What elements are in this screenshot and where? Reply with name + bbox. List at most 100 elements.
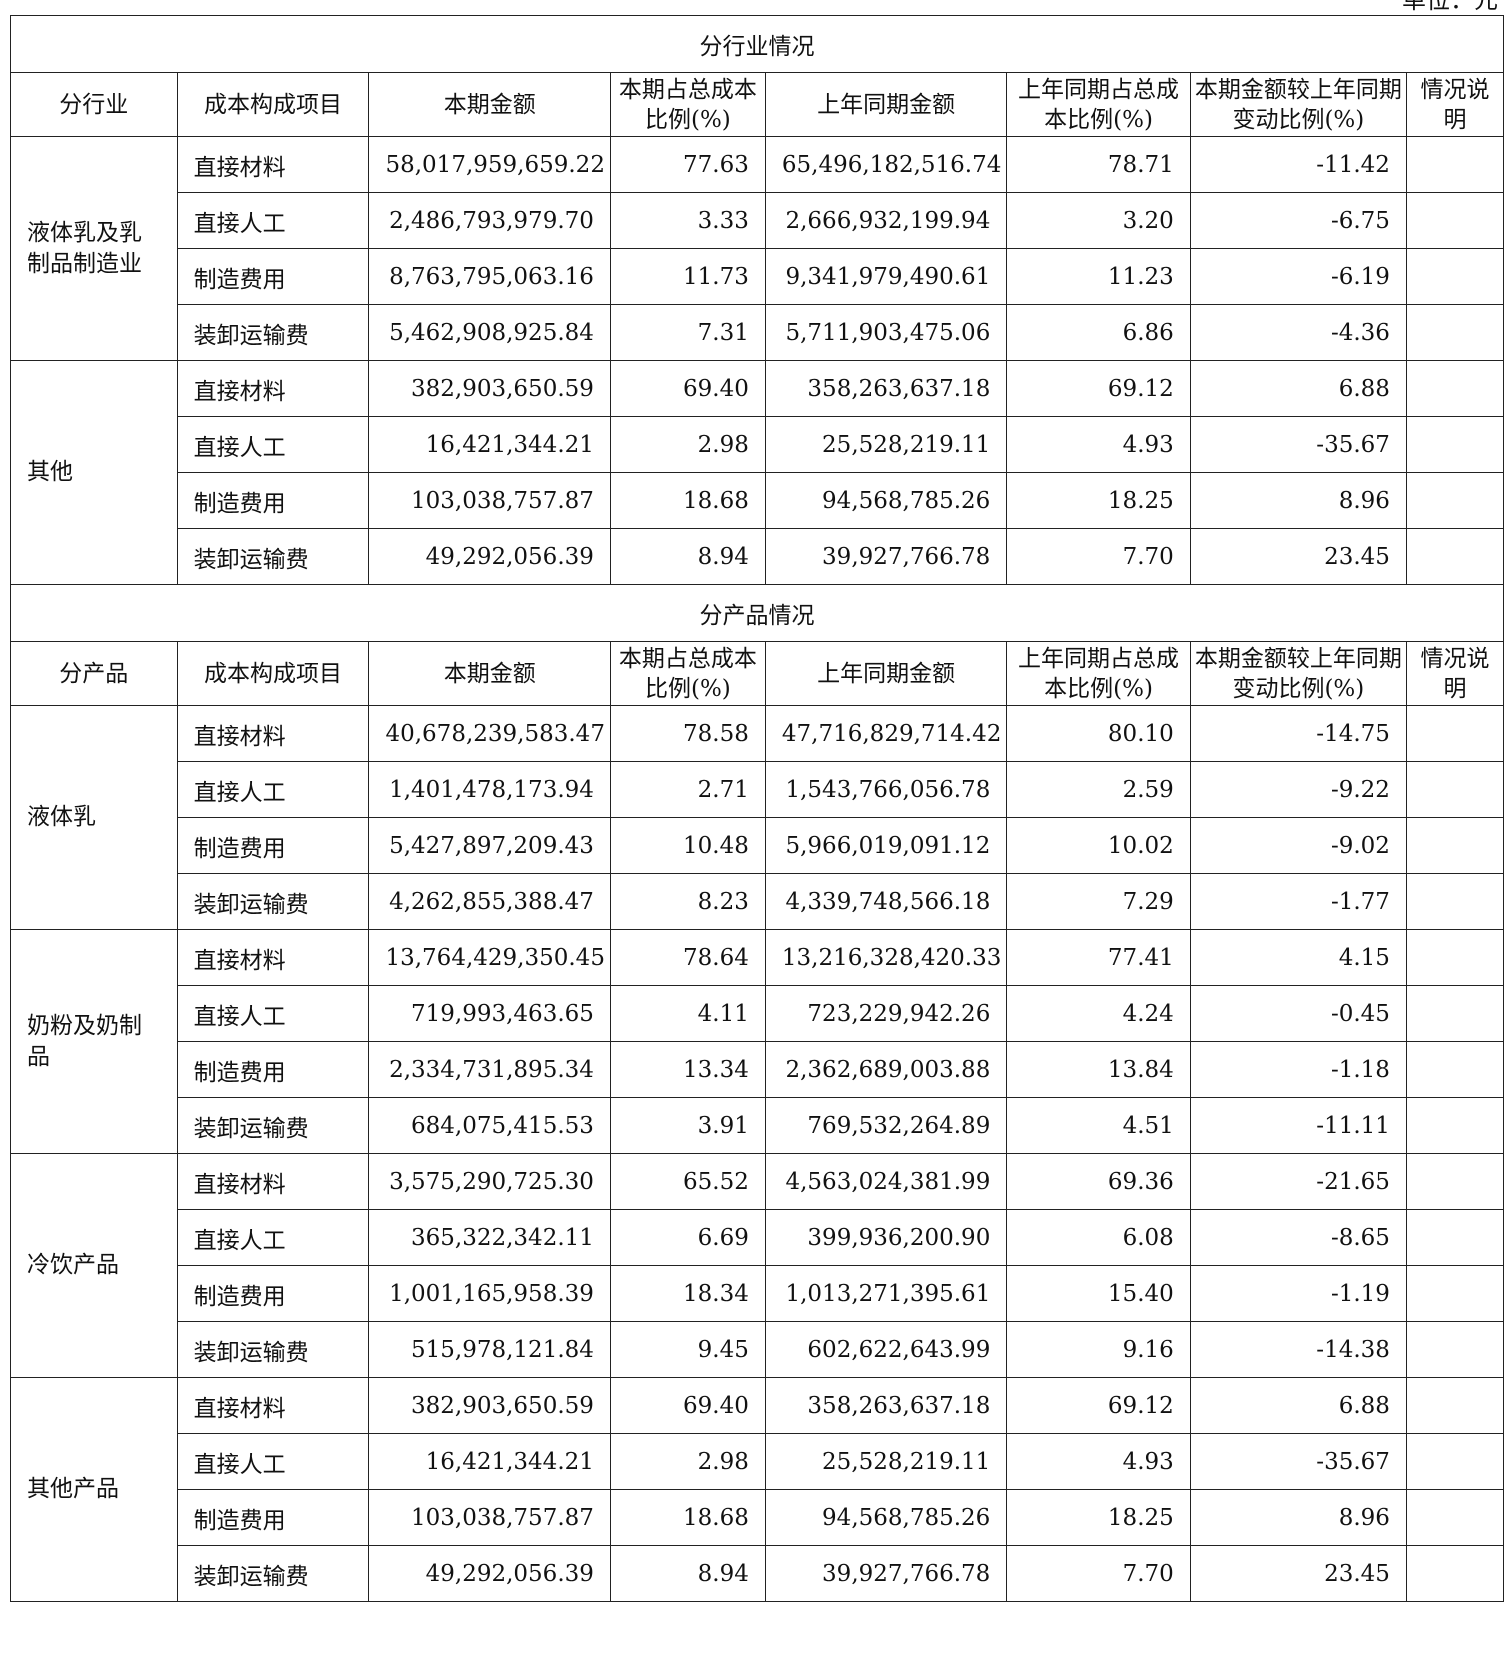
- last-year-amount: 9,341,979,490.61: [764, 248, 1008, 305]
- last-year-amount: 1,013,271,395.61: [764, 1265, 1008, 1322]
- last-year-amount: 769,532,264.89: [764, 1097, 1008, 1154]
- cost-item: 直接人工: [176, 1433, 370, 1490]
- current-share: 2.98: [609, 416, 766, 473]
- last-year-amount: 94,568,785.26: [764, 1489, 1008, 1546]
- note-cell: [1405, 1321, 1505, 1378]
- section-title-row: 分产品情况: [10, 584, 1504, 642]
- change-ratio: -1.19: [1189, 1265, 1407, 1322]
- last-year-share: 3.20: [1006, 192, 1191, 249]
- change-ratio: -14.38: [1189, 1321, 1407, 1378]
- last-year-share: 4.24: [1006, 985, 1191, 1042]
- last-year-amount: 13,216,328,420.33: [764, 929, 1008, 986]
- note-cell: [1405, 929, 1505, 986]
- last-year-share: 18.25: [1006, 472, 1191, 529]
- section-title: 分产品情况: [10, 584, 1504, 642]
- change-ratio: -35.67: [1189, 416, 1407, 473]
- current-amount: 2,334,731,895.34: [368, 1041, 611, 1098]
- last-year-share: 13.84: [1006, 1041, 1191, 1098]
- amount-header: 本期金额: [368, 72, 611, 137]
- last-year-amount: 47,716,829,714.42: [764, 705, 1008, 762]
- change-ratio: 8.96: [1189, 472, 1407, 529]
- current-amount: 684,075,415.53: [368, 1097, 611, 1154]
- current-share: 2.71: [609, 761, 766, 818]
- last-year-amount: 5,711,903,475.06: [764, 304, 1008, 361]
- last-year-share: 9.16: [1006, 1321, 1191, 1378]
- change-ratio: -6.19: [1189, 248, 1407, 305]
- current-amount: 5,427,897,209.43: [368, 817, 611, 874]
- current-share: 18.68: [609, 472, 766, 529]
- last-year-amount: 39,927,766.78: [764, 528, 1008, 585]
- note-cell: [1405, 1041, 1505, 1098]
- current-share: 8.94: [609, 528, 766, 585]
- table-row: 制造费用 5,427,897,209.43 10.48 5,966,019,091.1…: [11, 817, 1505, 874]
- current-share: 4.11: [609, 985, 766, 1042]
- table-row: 制造费用 8,763,795,063.16 11.73 9,341,979,490.6…: [11, 248, 1505, 305]
- cost-item: 制造费用: [176, 1041, 370, 1098]
- last-year-amount: 358,263,637.18: [764, 1377, 1008, 1434]
- current-amount: 382,903,650.59: [368, 360, 611, 417]
- note-cell: [1405, 528, 1505, 585]
- group-name: 其他产品: [10, 1377, 178, 1602]
- note-cell: [1405, 136, 1505, 193]
- table-row: 装卸运输费 5,462,908,925.84 7.31 5,711,903,475.0…: [11, 304, 1505, 361]
- last-year-share: 4.93: [1006, 416, 1191, 473]
- table-row: 直接人工 2,486,793,979.70 3.33 2,666,932,199.94…: [11, 192, 1505, 249]
- note-cell: [1405, 761, 1505, 818]
- last-year-share: 10.02: [1006, 817, 1191, 874]
- last-year-amount: 1,543,766,056.78: [764, 761, 1008, 818]
- note-cell: [1405, 192, 1505, 249]
- table-row: 直接人工 16,421,344.21 2.98 25,528,219.11 4.93 -3…: [11, 1433, 1505, 1490]
- current-amount: 1,401,478,173.94: [368, 761, 611, 818]
- last-year-amount: 94,568,785.26: [764, 472, 1008, 529]
- note-cell: [1405, 705, 1505, 762]
- current-share: 3.33: [609, 192, 766, 249]
- current-share: 18.68: [609, 1489, 766, 1546]
- change-ratio: 4.15: [1189, 929, 1407, 986]
- last-year-share: 78.71: [1006, 136, 1191, 193]
- current-share: 2.98: [609, 1433, 766, 1490]
- current-amount: 365,322,342.11: [368, 1209, 611, 1266]
- last-year-share: 4.51: [1006, 1097, 1191, 1154]
- change-ratio: -0.45: [1189, 985, 1407, 1042]
- table-row: 液体乳及乳制品制造业 直接材料 58,017,959,659.22 77.63 65,4…: [10, 136, 1505, 361]
- group-name: 奶粉及奶制品: [10, 929, 178, 1154]
- current-amount: 13,764,429,350.45: [368, 929, 611, 986]
- current-share: 6.69: [609, 1209, 766, 1266]
- first-col-header: 分行业: [10, 72, 178, 137]
- cost-item: 制造费用: [176, 248, 370, 305]
- table-row: 其他产品 直接材料 382,903,650.59 69.40 358,263,637.1…: [10, 1377, 1505, 1602]
- header-row: 分产品 成本构成项目 本期金额 本期占总成本比例(%) 上年同期金额 上年同期占总成本比例…: [10, 641, 1505, 706]
- current-amount: 16,421,344.21: [368, 1433, 611, 1490]
- table-row: 装卸运输费 49,292,056.39 8.94 39,927,766.78 7.70 2…: [11, 1545, 1505, 1602]
- note-cell: [1405, 1265, 1505, 1322]
- current-amount: 8,763,795,063.16: [368, 248, 611, 305]
- cost-item: 装卸运输费: [176, 1321, 370, 1378]
- cost-item: 装卸运输费: [176, 304, 370, 361]
- current-share: 8.23: [609, 873, 766, 930]
- last-year-amount: 65,496,182,516.74: [764, 136, 1008, 193]
- current-share: 10.48: [609, 817, 766, 874]
- header-row: 分行业 成本构成项目 本期金额 本期占总成本比例(%) 上年同期金额 上年同期占总成本比例…: [10, 72, 1505, 137]
- last-year-amount: 25,528,219.11: [764, 1433, 1008, 1490]
- last-year-share: 7.70: [1006, 528, 1191, 585]
- table-row: 装卸运输费 49,292,056.39 8.94 39,927,766.78 7.70 2…: [11, 528, 1505, 585]
- last-year-amount-header: 上年同期金额: [764, 641, 1008, 706]
- group-name: 其他: [10, 360, 178, 585]
- last-year-amount: 358,263,637.18: [764, 360, 1008, 417]
- change-ratio: -8.65: [1189, 1209, 1407, 1266]
- current-amount: 719,993,463.65: [368, 985, 611, 1042]
- note-cell: [1405, 1377, 1505, 1434]
- last-year-amount: 4,339,748,566.18: [764, 873, 1008, 930]
- last-year-share: 7.70: [1006, 1545, 1191, 1602]
- table-row: 直接人工 16,421,344.21 2.98 25,528,219.11 4.93 -3…: [11, 416, 1505, 473]
- last-year-share-header: 上年同期占总成本比例(%): [1006, 72, 1191, 137]
- current-amount: 49,292,056.39: [368, 1545, 611, 1602]
- current-amount: 2,486,793,979.70: [368, 192, 611, 249]
- current-share: 69.40: [609, 1377, 766, 1434]
- table-row: 制造费用 103,038,757.87 18.68 94,568,785.26 18.2…: [11, 472, 1505, 529]
- note-cell: [1405, 1545, 1505, 1602]
- change-ratio: -4.36: [1189, 304, 1407, 361]
- change-ratio: -11.42: [1189, 136, 1407, 193]
- change-ratio: -21.65: [1189, 1153, 1407, 1210]
- change-ratio: -1.18: [1189, 1041, 1407, 1098]
